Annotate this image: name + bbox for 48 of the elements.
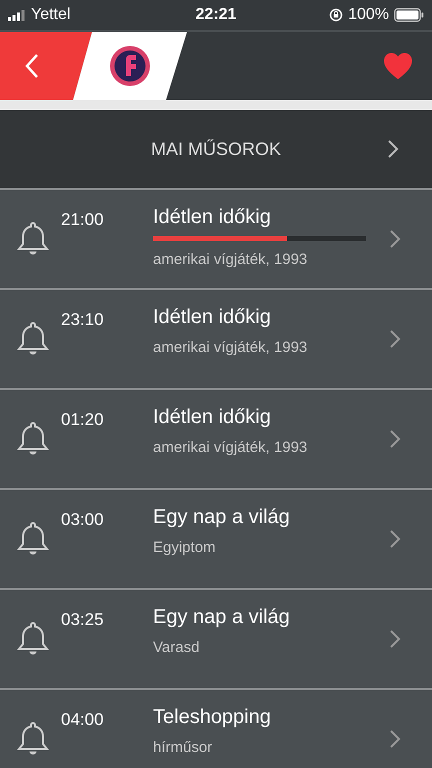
program-subtitle: amerikai vígjáték, 1993 [153,251,308,268]
program-time: 03:00 [61,510,105,530]
program-title: Egy nap a világ [153,506,291,529]
bell-icon[interactable] [16,520,50,556]
program-time: 03:25 [61,610,105,630]
back-icon [24,53,40,79]
program-row[interactable]: 03:00 Egy nap a világ Egyiptom [0,490,432,590]
battery-icon [394,8,424,22]
program-title: Teleshopping [153,706,272,729]
program-subtitle: Varasd [153,639,200,656]
bell-icon[interactable] [16,320,50,356]
program-subtitle: hírműsor [153,739,214,756]
bell-icon[interactable] [16,620,50,656]
chevron-icon [388,428,402,450]
program-time: 01:20 [61,410,105,430]
logo-icon [109,45,151,87]
program-row[interactable]: 01:20 Idétlen időkig amerikai vígjáték, 1993 [0,390,432,490]
program-time: 21:00 [61,210,105,230]
program-subtitle: amerikai vígjáték, 1993 [153,439,308,456]
bell-icon[interactable] [16,420,50,456]
section-header[interactable]: MAI MŰSOROK [0,110,432,190]
program-title: Idétlen időkig [153,306,272,329]
bell-icon[interactable] [16,720,50,756]
signal-icon [8,10,26,20]
favorite-button[interactable] [384,53,412,79]
status-time: 22:21 [196,6,236,24]
program-subtitle: amerikai vígjáték, 1993 [153,339,308,356]
program-subtitle: Egyiptom [153,539,217,556]
program-row[interactable]: 23:10 Idétlen időkig amerikai vígjáték, 1993 [0,290,432,390]
chevron-icon [388,728,402,750]
program-time: 23:10 [61,310,105,330]
chevron-icon [388,628,402,650]
program-row[interactable]: 03:25 Egy nap a világ Varasd [0,590,432,690]
program-row[interactable]: 04:00 Teleshopping hírműsor [0,690,432,768]
program-row[interactable]: 21:00 Idétlen időkig amerikai vígjáték, 1993 [0,190,432,290]
rotation-lock-icon [329,8,344,22]
chevron-icon [386,138,400,160]
back-button[interactable] [0,32,92,100]
battery-percent: 100% [348,6,389,24]
chevron-icon [388,328,402,350]
program-title: Idétlen időkig [153,406,272,429]
chevron-icon [388,528,402,550]
program-title: Idétlen időkig [153,206,272,229]
program-title: Egy nap a világ [153,606,291,629]
carrier-name: Yettel [31,6,70,24]
bell-icon[interactable] [16,220,50,256]
program-time: 04:00 [61,710,105,730]
chevron-icon [388,228,402,250]
